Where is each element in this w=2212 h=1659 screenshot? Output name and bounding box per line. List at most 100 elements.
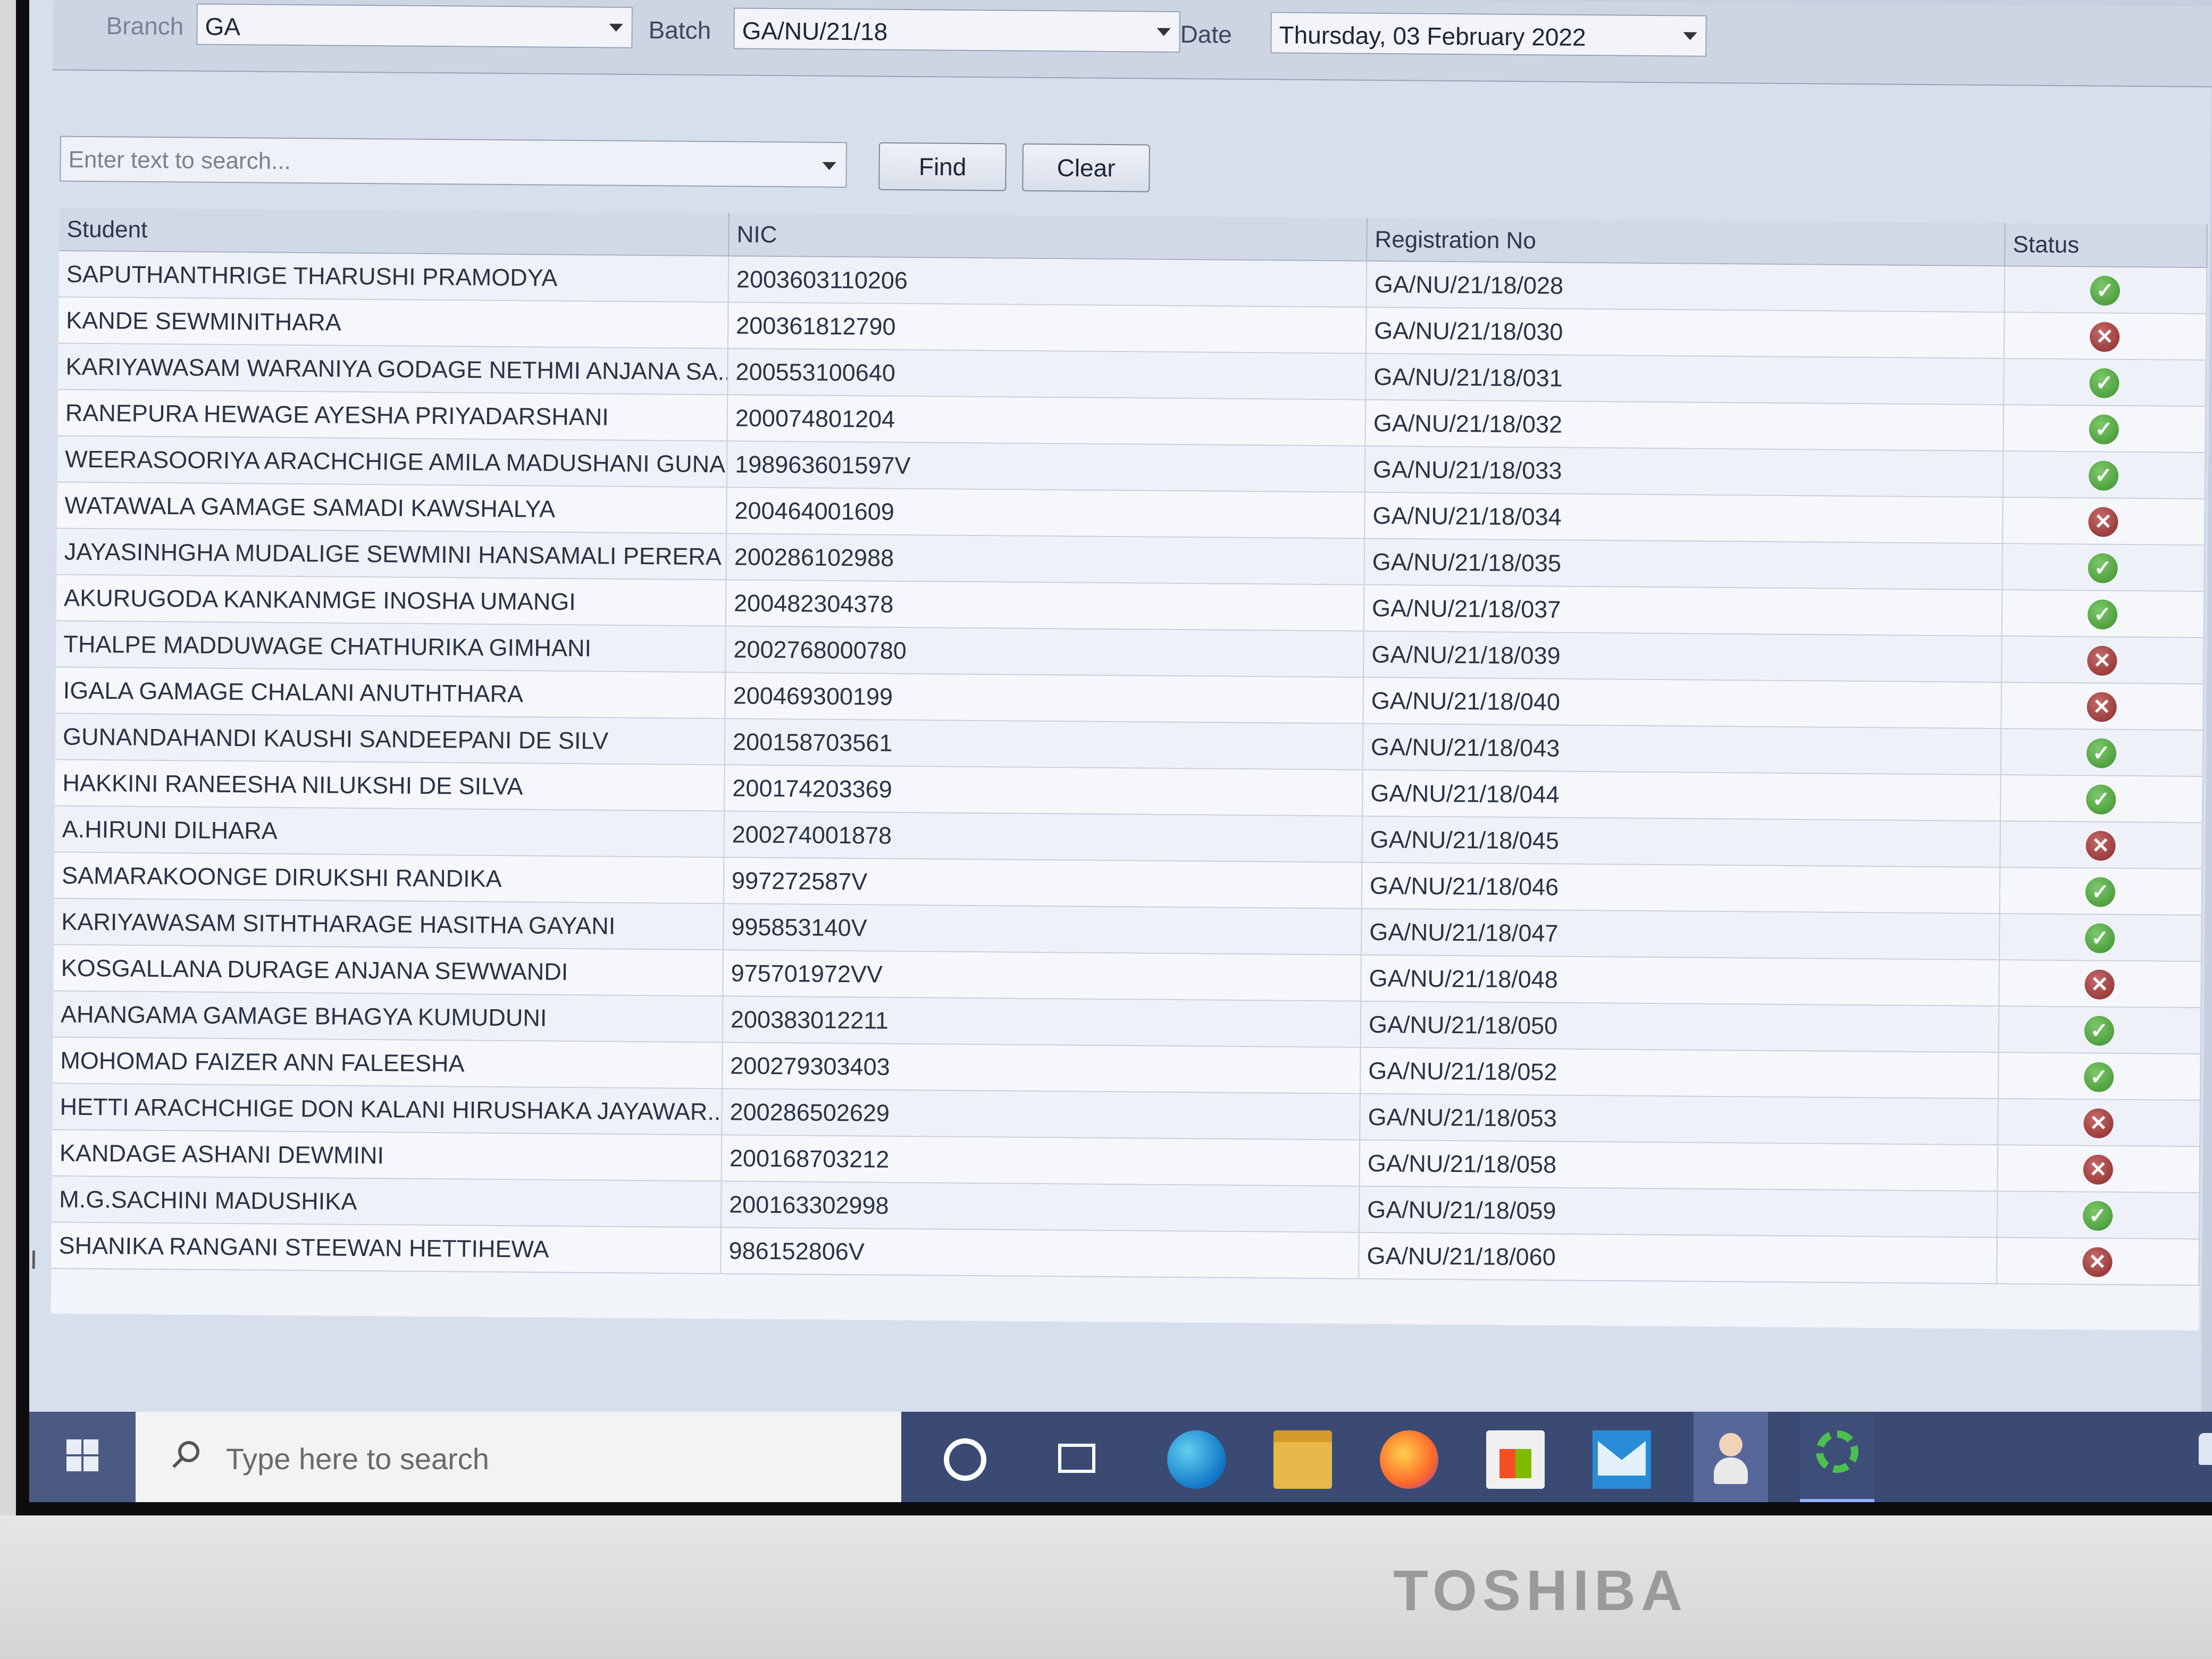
student-name-cell: RANEPURA HEWAGE AYESHA PRIYADARSHANI xyxy=(57,390,728,441)
status-cell: ✕ xyxy=(2001,683,2205,730)
check-circle-icon: ✓ xyxy=(2089,414,2119,445)
green-app-icon[interactable] xyxy=(1800,1412,1874,1502)
registration-no-cell: GA/NU/21/18/030 xyxy=(1366,307,2005,358)
student-name-cell: AKURUGODA KANKANMGE INOSHA UMANGI xyxy=(56,575,727,626)
x-circle-icon: ✕ xyxy=(2087,646,2117,676)
check-circle-icon: ✓ xyxy=(2083,1062,2114,1092)
registration-no-cell: GA/NU/21/18/053 xyxy=(1360,1094,1999,1145)
registration-no-cell: GA/NU/21/18/031 xyxy=(1366,354,2005,405)
nic-cell: 200279303403 xyxy=(722,1043,1361,1093)
store-icon[interactable] xyxy=(1486,1430,1545,1489)
nic-cell: 200482304378 xyxy=(726,580,1365,631)
check-circle-icon: ✓ xyxy=(2086,738,2117,768)
nic-cell: 200074801204 xyxy=(727,395,1367,446)
batch-combo[interactable]: GA/NU/21/18 xyxy=(733,7,1180,53)
batch-value: GA/NU/21/18 xyxy=(742,16,888,46)
student-name-cell: KANDAGE ASHANI DEWMINI xyxy=(52,1130,723,1181)
x-circle-icon: ✕ xyxy=(2082,1247,2113,1277)
nic-cell: 986152806V xyxy=(721,1228,1360,1278)
status-cell: ✕ xyxy=(2002,636,2205,684)
registration-no-cell: GA/NU/21/18/043 xyxy=(1363,724,2002,775)
task-view-icon[interactable] xyxy=(1050,1430,1109,1489)
registration-no-cell: GA/NU/21/18/028 xyxy=(1367,261,2006,312)
status-cell: ✓ xyxy=(2000,868,2203,915)
chevron-down-icon[interactable] xyxy=(1683,32,1697,40)
column-header-registration-no[interactable]: Registration No xyxy=(1367,217,2006,267)
student-name-cell: M.G.SACHINI MADUSHIKA xyxy=(51,1176,722,1227)
registration-no-cell: GA/NU/21/18/052 xyxy=(1360,1048,1999,1099)
nic-cell: 200464001609 xyxy=(727,488,1365,538)
tray-icon[interactable] xyxy=(2199,1433,2212,1465)
status-cell: ✕ xyxy=(1997,1238,2200,1285)
search-input[interactable]: Enter text to search... xyxy=(60,136,847,188)
student-name-cell: KARIYAWASAM SITHTHARAGE HASITHA GAYANI xyxy=(54,899,724,950)
nic-cell: 200469300199 xyxy=(725,673,1364,723)
laptop-bezel-left xyxy=(0,0,16,1515)
registration-no-cell: GA/NU/21/18/039 xyxy=(1364,631,2002,682)
check-circle-icon: ✓ xyxy=(2085,923,2115,953)
x-circle-icon: ✕ xyxy=(2083,1108,2114,1138)
student-name-cell: A.HIRUNI DILHARA xyxy=(54,806,725,857)
nic-cell: 200286102988 xyxy=(726,534,1365,584)
status-cell: ✓ xyxy=(2001,729,2204,776)
student-name-cell: KARIYAWASAM WARANIYA GODAGE NETHMI ANJAN… xyxy=(58,343,728,395)
chevron-down-icon[interactable] xyxy=(822,162,836,170)
find-button[interactable]: Find xyxy=(878,142,1007,191)
student-name-cell: AHANGAMA GAMAGE BHAGYA KUMUDUNI xyxy=(53,991,724,1042)
branch-combo[interactable]: GA xyxy=(196,3,633,48)
registration-no-cell: GA/NU/21/18/034 xyxy=(1365,492,2004,543)
nic-cell: 198963601597V xyxy=(727,441,1366,492)
x-circle-icon: ✕ xyxy=(2089,322,2120,352)
column-header-status[interactable]: Status xyxy=(2005,223,2208,269)
screen: Branch GA Batch GA/NU/21/18 Date Thursda… xyxy=(29,0,2212,1502)
laptop-bezel-bottom: TOSHIBA xyxy=(0,1515,2212,1659)
column-header-student[interactable]: Student xyxy=(59,207,730,257)
windows-start-icon[interactable] xyxy=(29,1412,136,1502)
nic-cell: 200361812790 xyxy=(728,303,1367,353)
student-name-cell: GUNANDAHANDI KAUSHI SANDEEPANI DE SILV xyxy=(55,714,726,765)
registration-no-cell: GA/NU/21/18/059 xyxy=(1359,1186,1998,1237)
user-app-icon[interactable] xyxy=(1694,1412,1768,1502)
student-name-cell: IGALA GAMAGE CHALANI ANUTHTHARA xyxy=(55,667,726,718)
student-name-cell: WATAWALA GAMAGE SAMADI KAWSHALYA xyxy=(57,482,727,533)
clear-button[interactable]: Clear xyxy=(1022,143,1150,192)
registration-no-cell: GA/NU/21/18/032 xyxy=(1365,400,2005,451)
registration-no-cell: GA/NU/21/18/050 xyxy=(1361,1001,2000,1052)
taskbar-search-placeholder: Type here to search xyxy=(226,1442,489,1476)
cortana-icon[interactable] xyxy=(944,1438,986,1481)
status-cell: ✕ xyxy=(2004,313,2207,360)
student-name-cell: HETTI ARACHCHIGE DON KALANI HIRUSHAKA JA… xyxy=(52,1084,723,1135)
registration-no-cell: GA/NU/21/18/046 xyxy=(1362,862,2001,914)
nic-cell: 975701972VV xyxy=(723,950,1362,1001)
student-name-cell: HAKKINI RANEESHA NILUKSHI DE SILVA xyxy=(55,760,725,811)
status-cell: ✕ xyxy=(1998,1099,2201,1146)
chevron-down-icon[interactable] xyxy=(609,23,623,32)
status-cell: ✓ xyxy=(2002,590,2205,638)
student-name-cell: THALPE MADDUWAGE CHATHURIKA GIMHANI xyxy=(56,621,726,672)
student-name-cell: SHANIKA RANGANI STEEWAN HETTIHEWA xyxy=(51,1222,722,1273)
edge-icon[interactable] xyxy=(1167,1430,1226,1489)
branch-label: Branch xyxy=(106,12,184,40)
status-cell: ✓ xyxy=(1999,914,2202,961)
nic-cell: 200158703561 xyxy=(725,719,1364,769)
photo-frame: Branch GA Batch GA/NU/21/18 Date Thursda… xyxy=(0,0,2212,1659)
status-cell: ✓ xyxy=(1998,1053,2201,1100)
date-picker[interactable]: Thursday, 03 February 2022 xyxy=(1270,12,1707,57)
column-header-nic[interactable]: NIC xyxy=(729,213,1368,262)
taskbar-search-box[interactable]: Type here to search xyxy=(136,1412,901,1502)
search-row: Enter text to search... Find Clear xyxy=(60,136,2187,203)
file-explorer-icon[interactable] xyxy=(1273,1430,1332,1489)
firefox-icon[interactable] xyxy=(1380,1430,1438,1489)
nic-cell: 200168703212 xyxy=(722,1135,1361,1186)
registration-no-cell: GA/NU/21/18/033 xyxy=(1365,446,2004,497)
check-circle-icon: ✓ xyxy=(2088,460,2119,491)
x-circle-icon: ✕ xyxy=(2087,692,2117,722)
status-cell: ✓ xyxy=(2003,451,2206,499)
student-name-cell: SAPUTHANTHRIGE THARUSHI PRAMODYA xyxy=(58,251,730,302)
mail-icon[interactable] xyxy=(1593,1430,1651,1489)
status-cell: ✕ xyxy=(1999,960,2202,1008)
nic-cell: 200383012211 xyxy=(723,996,1362,1047)
check-circle-icon: ✓ xyxy=(2089,368,2119,398)
chevron-down-icon[interactable] xyxy=(1157,28,1171,36)
registration-no-cell: GA/NU/21/18/044 xyxy=(1363,770,2001,821)
